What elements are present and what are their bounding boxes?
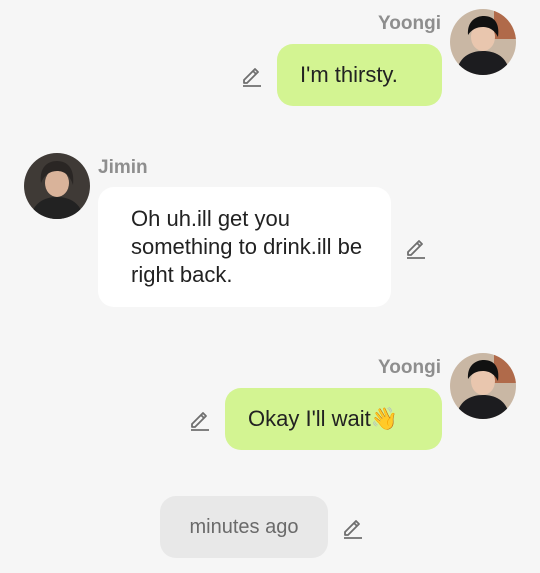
edit-icon[interactable] xyxy=(403,234,429,260)
sender-name-yoongi: Yoongi xyxy=(378,357,441,378)
message-text: I'm thirsty. xyxy=(300,62,398,87)
edit-icon[interactable] xyxy=(239,62,265,88)
avatar-jimin[interactable] xyxy=(24,153,90,219)
message-bubble-incoming[interactable]: Oh uh.ill get you something to drink.ill… xyxy=(98,187,391,307)
timestamp-badge: minutes ago xyxy=(160,496,328,558)
message-bubble-outgoing[interactable]: Okay I'll wait👋 xyxy=(225,388,442,450)
sender-name-yoongi: Yoongi xyxy=(378,13,441,34)
sender-name-jimin: Jimin xyxy=(98,157,148,178)
message-text: Okay I'll wait👋 xyxy=(248,406,399,431)
avatar-yoongi[interactable] xyxy=(450,9,516,75)
message-bubble-outgoing[interactable]: I'm thirsty. xyxy=(277,44,442,106)
edit-icon[interactable] xyxy=(340,514,366,540)
timestamp-text: minutes ago xyxy=(189,516,299,538)
message-text: Oh uh.ill get you something to drink.ill… xyxy=(131,206,363,287)
avatar-yoongi[interactable] xyxy=(450,353,516,419)
edit-icon[interactable] xyxy=(187,406,213,432)
